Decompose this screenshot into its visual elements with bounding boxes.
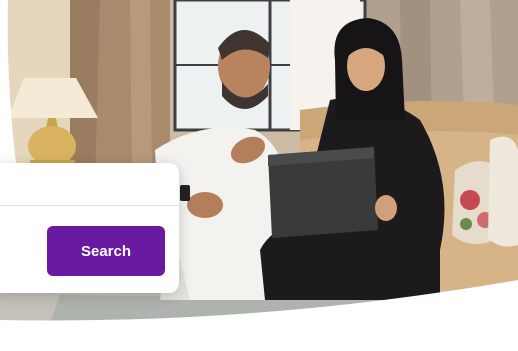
- search-card: Search: [0, 163, 179, 293]
- search-button[interactable]: Search: [47, 226, 165, 276]
- card-divider: [0, 205, 179, 206]
